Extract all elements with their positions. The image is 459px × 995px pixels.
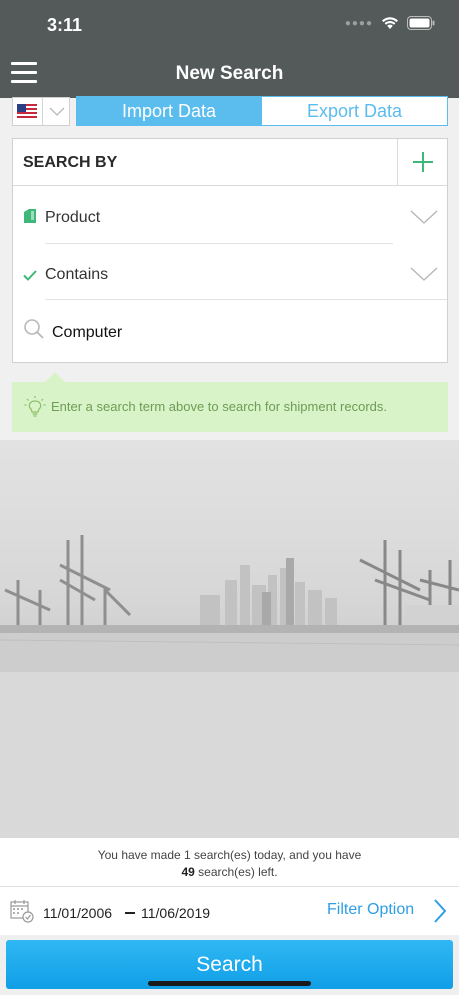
status-indicators: ●●●● — [345, 16, 435, 30]
wifi-icon — [382, 17, 398, 29]
chevron-right-icon[interactable] — [432, 898, 448, 924]
lightbulb-icon — [24, 396, 46, 417]
chevron-down-icon — [410, 210, 438, 224]
chevron-down-icon — [49, 107, 65, 116]
quota-text: You have made 1 search(es) today, and yo… — [97, 848, 362, 862]
search-by-card: SEARCH BY Product Contains — [12, 138, 448, 363]
country-select[interactable] — [12, 97, 70, 126]
tag-icon — [24, 209, 36, 223]
remaining-count: 49 — [181, 865, 195, 879]
remaining-suffix: search(es) left. — [194, 865, 278, 879]
port-skyline-image — [0, 440, 459, 672]
battery-icon — [407, 16, 435, 30]
checkmark-icon — [23, 270, 37, 281]
field-select[interactable]: Product — [13, 187, 447, 243]
condition-label: Contains — [45, 266, 109, 283]
quota-remaining: 49 search(es) left. — [0, 865, 459, 879]
export-data-tab[interactable]: Export Data — [261, 96, 448, 126]
search-field — [13, 299, 447, 363]
home-indicator — [148, 981, 311, 986]
status-time: 3:11 — [47, 15, 83, 35]
date-to[interactable]: 11/06/2019 — [141, 905, 210, 921]
condition-select[interactable]: Contains — [13, 244, 447, 299]
search-by-header: SEARCH BY — [13, 139, 447, 186]
search-tip: Enter a search term above to search for … — [12, 382, 448, 432]
chevron-down-icon — [410, 267, 438, 281]
import-data-tab[interactable]: Import Data — [76, 96, 262, 126]
search-input[interactable] — [52, 320, 432, 346]
status-bar: 3:11 ●●●● — [0, 0, 459, 50]
date-from[interactable]: 11/01/2006 — [43, 905, 112, 921]
divider — [42, 98, 43, 125]
add-criteria-button[interactable] — [397, 139, 447, 185]
tip-text: Enter a search term above to search for … — [51, 399, 387, 414]
divider — [0, 886, 459, 887]
search-icon — [24, 319, 44, 339]
calendar-icon[interactable] — [10, 899, 34, 923]
page-title: New Search — [175, 63, 284, 84]
us-flag-icon — [17, 104, 37, 118]
date-range-dash — [125, 912, 135, 914]
search-by-label: SEARCH BY — [23, 154, 118, 171]
cellular-signal-icon: ●●●● — [344, 17, 373, 29]
plus-icon — [413, 152, 433, 172]
background-area — [0, 672, 459, 838]
field-label: Product — [45, 209, 101, 226]
port-skyline-illustration — [0, 535, 459, 672]
filter-option-link[interactable]: Filter Option — [327, 901, 414, 919]
nav-bar: New Search — [0, 50, 459, 98]
